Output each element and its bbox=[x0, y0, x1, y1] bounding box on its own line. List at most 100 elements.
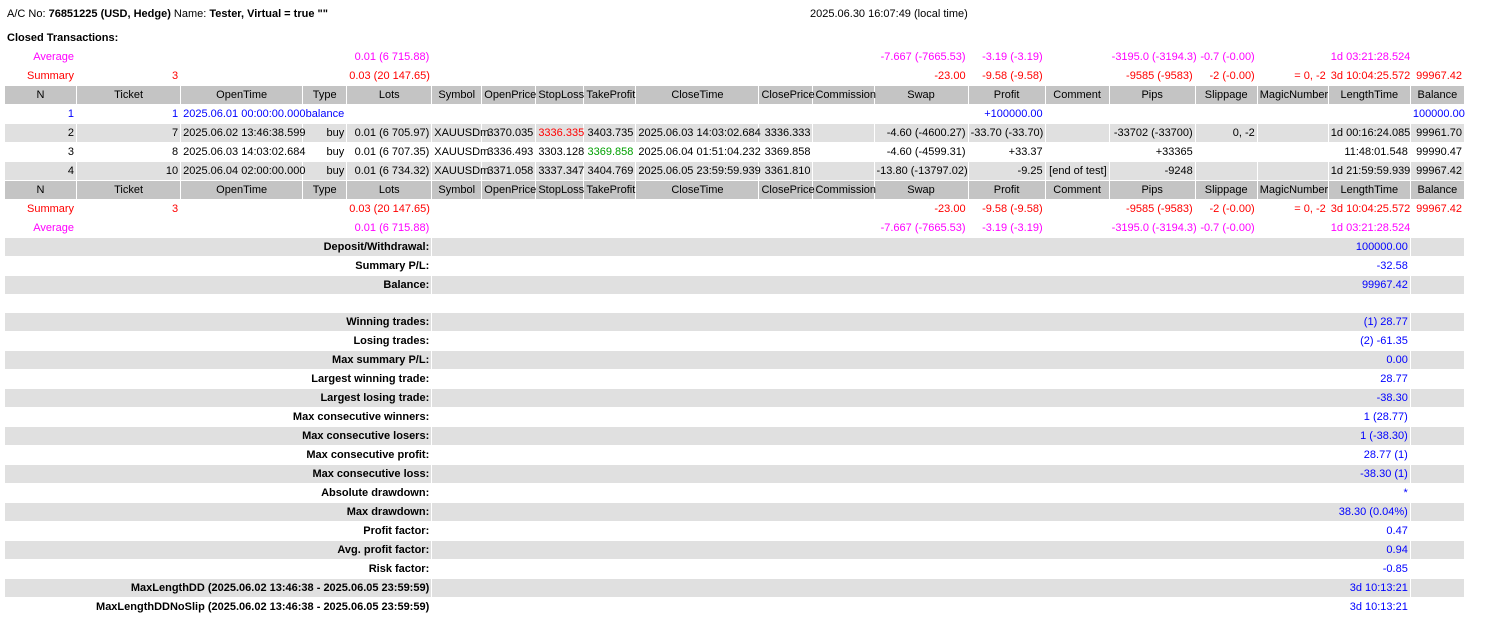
cell-slippage bbox=[1195, 105, 1257, 124]
cell-slippage: -2 (-0.00) bbox=[1195, 67, 1257, 86]
column-header-close-price: ClosePrice bbox=[759, 181, 815, 200]
cell-take-profit bbox=[584, 200, 636, 219]
cell-commission bbox=[813, 219, 874, 238]
column-header-close-time: CloseTime bbox=[636, 181, 759, 200]
cell-slippage: -2 (-0.00) bbox=[1195, 200, 1257, 219]
cell-close-time: 2025.06.03 14:03:02.684 bbox=[636, 124, 761, 143]
cell-commission bbox=[813, 200, 874, 219]
stat-row: Max consecutive winners: 1 (28.77) bbox=[5, 408, 1464, 427]
cell-balance: 99967.42 bbox=[1410, 200, 1464, 219]
cell-swap: -7.667 (-7665.53) bbox=[874, 219, 968, 238]
stat-row: Risk factor: -0.85 bbox=[5, 560, 1464, 579]
stat-row: Max consecutive loss: -38.30 (1) bbox=[5, 465, 1464, 484]
cell-n: 1 bbox=[5, 105, 77, 124]
stat-row: Balance: 99967.42 bbox=[5, 276, 1464, 295]
stat-value: 28.77 (1) bbox=[432, 446, 1410, 465]
cell-ticket bbox=[77, 219, 181, 238]
cell-comment bbox=[1045, 67, 1109, 86]
cell-take-profit: 3369.858 bbox=[584, 143, 636, 162]
cell-type: buy bbox=[303, 143, 347, 162]
cell-profit: +33.37 bbox=[968, 143, 1045, 162]
cell-close-time bbox=[636, 48, 759, 67]
cell-take-profit: 3404.769 bbox=[584, 162, 636, 181]
column-header-length-time: LengthTime bbox=[1328, 181, 1410, 200]
cell-type: buy bbox=[303, 124, 347, 143]
column-header-row: N Ticket OpenTime Type Lots Symbol OpenPrice St… bbox=[5, 86, 1464, 105]
column-header-pips: Pips bbox=[1109, 86, 1195, 105]
stat-value: 0.47 bbox=[432, 522, 1410, 541]
stat-value bbox=[432, 295, 1410, 313]
cell-stop-loss: 3336.335 bbox=[536, 124, 584, 143]
stat-label: Absolute drawdown: bbox=[5, 484, 432, 503]
cell-close-price: 3361.810 bbox=[759, 162, 813, 181]
cell-lots: 0.03 (20 147.65) bbox=[347, 67, 432, 86]
cell-lots: 0.01 (6 734.32) bbox=[347, 162, 432, 181]
cell-commission bbox=[813, 124, 874, 143]
cell-pips: -9248 bbox=[1109, 162, 1195, 181]
cell-balance bbox=[1410, 219, 1464, 238]
cell-magic-number bbox=[1257, 48, 1328, 67]
stat-row: Max summary P/L: 0.00 bbox=[5, 351, 1464, 370]
cell-profit: -9.58 (-9.58) bbox=[968, 200, 1045, 219]
cell-pips: -3195.0 (-3194.3) bbox=[1109, 219, 1197, 238]
cell-stop-loss: 3337.347 bbox=[536, 162, 584, 181]
cell-type: balance bbox=[303, 105, 347, 124]
stat-label: Max consecutive profit: bbox=[5, 446, 432, 465]
stat-row: Largest losing trade: -38.30 bbox=[5, 389, 1464, 408]
column-header-comment: Comment bbox=[1045, 181, 1109, 200]
cell-open-price bbox=[482, 219, 536, 238]
stat-filler bbox=[1410, 427, 1464, 446]
stat-filler bbox=[1410, 541, 1464, 560]
cell-stop-loss: 3303.128 bbox=[536, 143, 584, 162]
cell-pips: -3195.0 (-3194.3) bbox=[1109, 48, 1197, 67]
cell-lots: 0.01 (6 707.35) bbox=[347, 143, 432, 162]
transaction-row: 3 8 2025.06.03 14:03:02.684 buy 0.01 (6 707.… bbox=[5, 143, 1464, 162]
column-header-profit: Profit bbox=[968, 86, 1045, 105]
stat-value: 1 (-38.30) bbox=[432, 427, 1410, 446]
column-header-swap: Swap bbox=[874, 86, 968, 105]
summary-row: Summary 3 0.03 (20 147.65) -23.00 -9.58 (-9.… bbox=[5, 200, 1464, 219]
cell-close-time: 2025.06.05 23:59:59.939 bbox=[636, 162, 761, 181]
cell-ticket: 1 bbox=[77, 105, 181, 124]
cell-close-time bbox=[636, 67, 759, 86]
cell-open-time bbox=[181, 200, 303, 219]
stat-value: 100000.00 bbox=[432, 238, 1410, 257]
column-header-profit: Profit bbox=[968, 181, 1045, 200]
average-row: Average 0.01 (6 715.88) -7.667 (-7665.53) -… bbox=[5, 48, 1464, 67]
cell-open-price: 3371.058 bbox=[482, 162, 536, 181]
cell-n: 4 bbox=[5, 162, 77, 181]
stat-row: Winning trades: (1) 28.77 bbox=[5, 313, 1464, 332]
cell-ticket: 3 bbox=[77, 67, 181, 86]
cell-length-time: 1d 03:21:28.524 bbox=[1328, 48, 1410, 67]
cell-close-time bbox=[636, 219, 759, 238]
cell-comment bbox=[1045, 200, 1109, 219]
cell-open-price bbox=[482, 48, 536, 67]
cell-symbol: XAUUSDm bbox=[432, 124, 489, 143]
cell-magic-number bbox=[1257, 143, 1328, 162]
cell-close-price bbox=[759, 200, 813, 219]
stat-filler bbox=[1410, 257, 1464, 276]
cell-commission bbox=[813, 67, 874, 86]
cell-stop-loss bbox=[536, 48, 584, 67]
stat-row bbox=[5, 295, 1464, 313]
stat-label: Risk factor: bbox=[5, 560, 432, 579]
column-header-ticket: Ticket bbox=[77, 181, 181, 200]
closed-transactions-table: Average 0.01 (6 715.88) -7.667 (-7665.53) -… bbox=[4, 48, 1465, 617]
column-header-open-time: OpenTime bbox=[181, 181, 303, 200]
cell-magic-number bbox=[1257, 219, 1328, 238]
cell-commission bbox=[813, 105, 874, 124]
cell-profit: +100000.00 bbox=[968, 105, 1045, 124]
account-info: A/C No: 76851225 (USD, Hedge) Name: Test… bbox=[7, 8, 328, 20]
cell-ticket: 10 bbox=[77, 162, 181, 181]
cell-length-time: 1d 21:59:59.939 bbox=[1328, 162, 1410, 181]
stat-label: Max consecutive winners: bbox=[5, 408, 432, 427]
stat-filler bbox=[1410, 370, 1464, 389]
report-timestamp: 2025.06.30 16:07:49 (local time) bbox=[810, 8, 968, 20]
cell-swap bbox=[874, 105, 968, 124]
stat-filler bbox=[1410, 522, 1464, 541]
stat-row: Losing trades: (2) -61.35 bbox=[5, 332, 1464, 351]
cell-open-time: 2025.06.01 00:00:00.000 bbox=[181, 105, 305, 124]
cell-stop-loss bbox=[536, 219, 584, 238]
cell-balance: 99961.70 bbox=[1410, 124, 1464, 143]
column-header-type: Type bbox=[303, 86, 347, 105]
